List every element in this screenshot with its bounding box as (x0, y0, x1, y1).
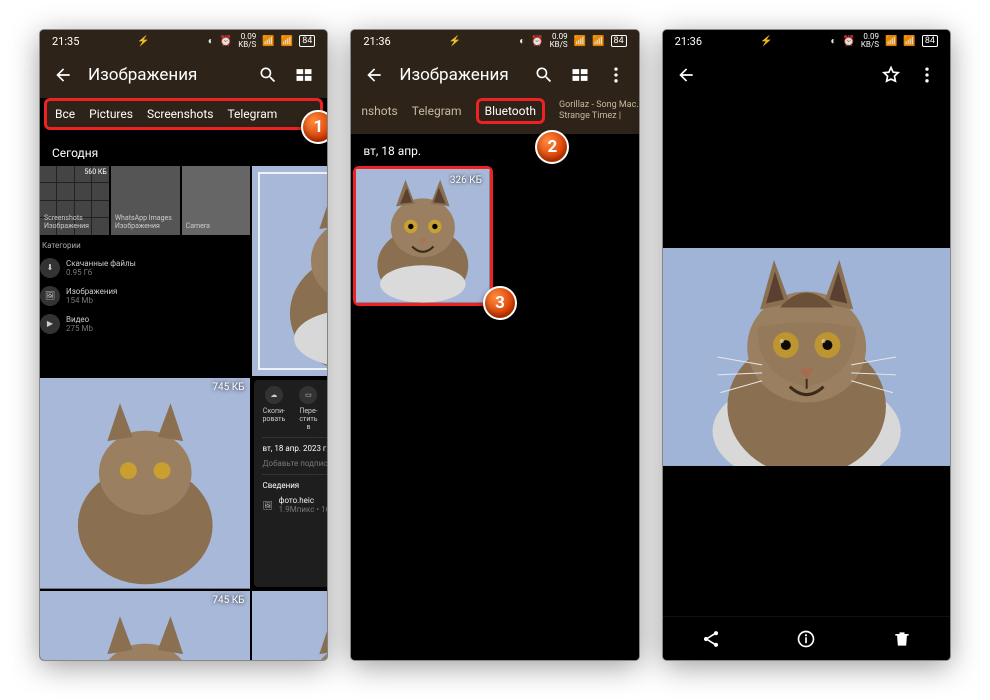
step-marker-1: 1 (301, 110, 327, 144)
image-thumb-selected[interactable]: 326 КБ (353, 166, 493, 306)
share-icon[interactable] (700, 628, 722, 650)
action-move[interactable]: ▭Пере- стить в (299, 386, 317, 431)
video-icon: ▶ (40, 314, 60, 334)
status-time: 21:36 (675, 35, 702, 48)
page-title: Изображения (88, 65, 243, 85)
gallery-body: вт, 18 апр. 326 КБ (351, 134, 638, 660)
phone-screenshot-3: 21:36 ⚡ ◐ ⏰ 0.09KB/S 📶 📶 84 (663, 30, 950, 660)
cat-image (356, 169, 490, 303)
back-icon[interactable] (675, 64, 697, 86)
category-images[interactable]: 🖼Изображения154 Мb (40, 286, 250, 306)
tab-screenshots[interactable]: Screenshots (147, 107, 213, 121)
image-icon: 🖼 (40, 286, 60, 306)
alarm-icon: ⏰ (531, 36, 543, 47)
bolt-icon: ⚡ (137, 36, 149, 47)
tab-all[interactable]: Все (55, 107, 75, 121)
phone-screenshot-1: 21:35 ⚡ ◐ ⏰ 0.09KB/S 📶 📶 84 Изображения … (40, 30, 327, 660)
tab-telegram[interactable]: Telegram (227, 107, 277, 121)
dnd-icon: ◐ (208, 36, 214, 47)
alarm-icon: ⏰ (220, 36, 232, 47)
net-speed: 0.09KB/S (238, 33, 256, 49)
battery-indicator: 84 (299, 35, 315, 47)
download-icon: ⬇ (40, 258, 60, 278)
image-thumb[interactable]: 745 КБ (252, 591, 327, 660)
tabs-row: nshots Telegram Bluetooth Gorillaz - Son… (351, 98, 638, 134)
delete-icon[interactable] (891, 628, 913, 650)
cat-image-full (663, 248, 950, 466)
app-bar: Изображения (351, 52, 638, 98)
file-meta: 1.9Мпикс • 1600 x 1200 (279, 505, 328, 514)
net-speed: 0.09KB/S (550, 33, 568, 49)
details-label: Сведения (262, 481, 327, 490)
wifi-icon: 📶 (903, 36, 915, 47)
search-icon[interactable] (533, 64, 555, 86)
wifi-icon: 📶 (281, 36, 293, 47)
folder-size: 560 КБ (84, 168, 106, 176)
categories-title: Категории (40, 237, 250, 254)
section-label: вт, 18 апр. (351, 134, 638, 164)
net-speed: 0.09KB/S (861, 33, 879, 49)
section-label: Сегодня (40, 136, 327, 166)
status-time: 21:36 (363, 35, 390, 48)
viewer-app-bar (663, 52, 950, 98)
view-mode-icon[interactable] (293, 64, 315, 86)
gallery-body: Сегодня 560 КБ ScreenshotsИзображения Wh… (40, 136, 327, 660)
tabs-row: Все Pictures Screenshots Telegram (44, 98, 323, 130)
status-time: 21:35 (52, 35, 79, 48)
file-size: 326 КБ (450, 175, 482, 186)
wifi-icon: 📶 (592, 36, 604, 47)
info-icon[interactable] (795, 628, 817, 650)
image-details-sheet: 764 КБ ☁Скопи- ровать ▭Пере- стить в ⧉Ск… (254, 380, 327, 586)
status-bar: 21:36 ⚡ ◐ ⏰ 0.09KB/S 📶 📶 84 (663, 30, 950, 52)
tab-gorillaz[interactable]: Gorillaz - Song Mac... Strange Timez | (559, 100, 639, 122)
star-icon[interactable] (880, 64, 902, 86)
bolt-icon: ⚡ (760, 36, 772, 47)
folder-screenshots[interactable]: 560 КБ ScreenshotsИзображения (40, 166, 109, 235)
caption-input[interactable]: Добавьте подпись (262, 459, 327, 468)
back-icon[interactable] (363, 64, 385, 86)
action-copy[interactable]: ☁Скопи- ровать (262, 386, 285, 431)
category-downloads[interactable]: ⬇Скачанные файлы0.95 Гб (40, 258, 250, 278)
tab-telegram[interactable]: Telegram (412, 104, 462, 118)
image-icon: 🖼 (262, 501, 272, 510)
search-icon[interactable] (257, 64, 279, 86)
file-name: фото.heic (279, 496, 328, 505)
step-marker-3: 3 (483, 286, 517, 320)
app-bar: Изображения (40, 52, 327, 98)
image-viewer[interactable] (663, 98, 950, 616)
cat-image (252, 166, 327, 376)
bolt-icon: ⚡ (449, 36, 461, 47)
dnd-icon: ◐ (519, 36, 525, 47)
status-bar: 21:36 ⚡ ◐ ⏰ 0.09KB/S 📶 📶 84 (351, 30, 638, 52)
tab-pictures[interactable]: Pictures (89, 107, 133, 121)
status-bar: 21:35 ⚡ ◐ ⏰ 0.09KB/S 📶 📶 84 (40, 30, 327, 52)
signal-icon: 📶 (885, 36, 897, 47)
page-title: Изображения (399, 65, 518, 85)
back-icon[interactable] (52, 64, 74, 86)
file-size: 745 КБ (212, 382, 244, 393)
alarm-icon: ⏰ (842, 36, 854, 47)
viewer-bottom-bar (663, 616, 950, 660)
image-thumb[interactable]: 745 КБ (40, 591, 250, 660)
folder-whatsapp[interactable]: WhatsApp ImagesИзображения (111, 166, 180, 235)
image-thumb[interactable]: 844 КБ ◎ (252, 166, 327, 376)
folder-icon: ▭ (299, 386, 317, 404)
phone-screenshot-2: 21:36 ⚡ ◐ ⏰ 0.09KB/S 📶 📶 84 Изображения … (351, 30, 638, 660)
image-thumb[interactable]: 745 КБ (40, 378, 250, 588)
category-video[interactable]: ▶Видео275 Мb (40, 314, 250, 334)
timestamp: вт, 18 апр. 2023 г. • 10:06 (262, 444, 327, 453)
signal-icon: 📶 (262, 36, 274, 47)
folder-camera[interactable]: Camera (182, 166, 251, 235)
folders-and-categories: 560 КБ ScreenshotsИзображения WhatsApp I… (40, 166, 250, 376)
tab-screenshots-cut[interactable]: nshots (361, 104, 397, 118)
more-icon[interactable] (916, 64, 938, 86)
tab-bluetooth[interactable]: Bluetooth (476, 98, 545, 124)
more-icon[interactable] (605, 64, 627, 86)
battery-indicator: 84 (611, 35, 627, 47)
view-mode-icon[interactable] (569, 64, 591, 86)
battery-indicator: 84 (922, 35, 938, 47)
signal-icon: 📶 (574, 36, 586, 47)
dnd-icon: ◐ (830, 36, 836, 47)
cloud-icon: ☁ (265, 386, 283, 404)
